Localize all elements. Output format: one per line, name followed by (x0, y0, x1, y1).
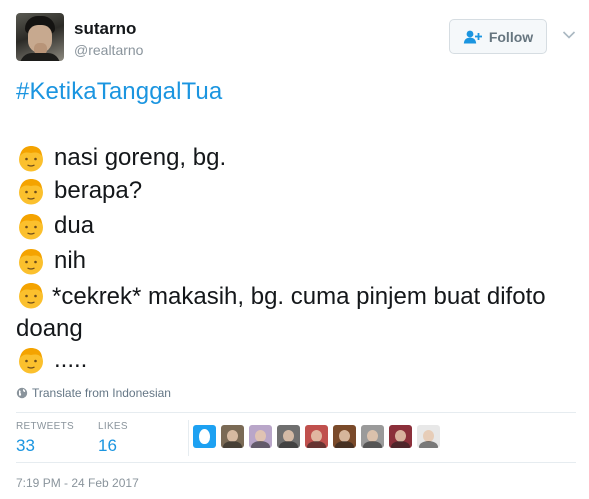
user-name[interactable]: sutarno (74, 19, 136, 39)
tweet-line: dua (16, 210, 94, 242)
add-user-icon (463, 30, 482, 43)
tweet-line-text: nasi goreng, bg. (54, 144, 227, 171)
liker-avatar-8[interactable] (389, 425, 412, 448)
tweet-line: berapa? (16, 175, 142, 207)
boy-face-emoji-icon (19, 283, 43, 309)
divider (16, 412, 576, 413)
globe-icon (16, 387, 28, 399)
liker-avatar-6[interactable] (333, 425, 356, 448)
retweets-label: RETWEETS (16, 421, 74, 432)
tweet-timestamp[interactable]: 7:19 PM - 24 Feb 2017 (16, 476, 139, 490)
tweet-line-text: nih (54, 247, 87, 274)
likes-count[interactable]: 16 (98, 436, 117, 456)
boy-face-emoji-icon (19, 214, 43, 240)
hashtag-link[interactable]: #KetikaTanggalTua (16, 78, 222, 106)
follow-button[interactable]: Follow (449, 19, 547, 54)
translate-link[interactable]: Translate from Indonesian (16, 386, 171, 400)
likers-avatars (193, 425, 440, 448)
divider (16, 462, 576, 463)
translate-label: Translate from Indonesian (32, 386, 171, 400)
boy-face-emoji-icon (19, 146, 43, 172)
liker-avatar-4[interactable] (277, 425, 300, 448)
tweet-line-text: ..... (54, 346, 88, 373)
chevron-down-icon[interactable] (562, 30, 576, 40)
liker-avatar-9[interactable] (417, 425, 440, 448)
follow-button-label: Follow (488, 28, 534, 45)
tweet-line: ..... (16, 344, 87, 376)
tweet-line: *cekrek* makasih, bg. cuma pinjem buat d… (16, 280, 556, 345)
user-handle[interactable]: @realtarno (74, 42, 143, 58)
liker-avatar-3[interactable] (249, 425, 272, 448)
liker-avatar-7[interactable] (361, 425, 384, 448)
tweet-line-text: berapa? (54, 177, 143, 204)
stats-divider (188, 420, 189, 456)
tweet-line: nih (16, 245, 86, 277)
tweet-line-text: dua (54, 212, 95, 239)
liker-avatar-1[interactable] (193, 425, 216, 448)
user-avatar[interactable] (16, 13, 64, 61)
likes-label: LIKES (98, 421, 128, 432)
tweet-line-text: *cekrek* makasih, bg. cuma pinjem buat d… (16, 283, 546, 342)
boy-face-emoji-icon (19, 348, 43, 374)
liker-avatar-5[interactable] (305, 425, 328, 448)
tweet-line: nasi goreng, bg. (16, 142, 226, 174)
boy-face-emoji-icon (19, 249, 43, 275)
tweet-card: sutarno @realtarno Follow #KetikaTanggal… (0, 0, 589, 499)
liker-avatar-2[interactable] (221, 425, 244, 448)
boy-face-emoji-icon (19, 179, 43, 205)
retweets-count[interactable]: 33 (16, 436, 35, 456)
